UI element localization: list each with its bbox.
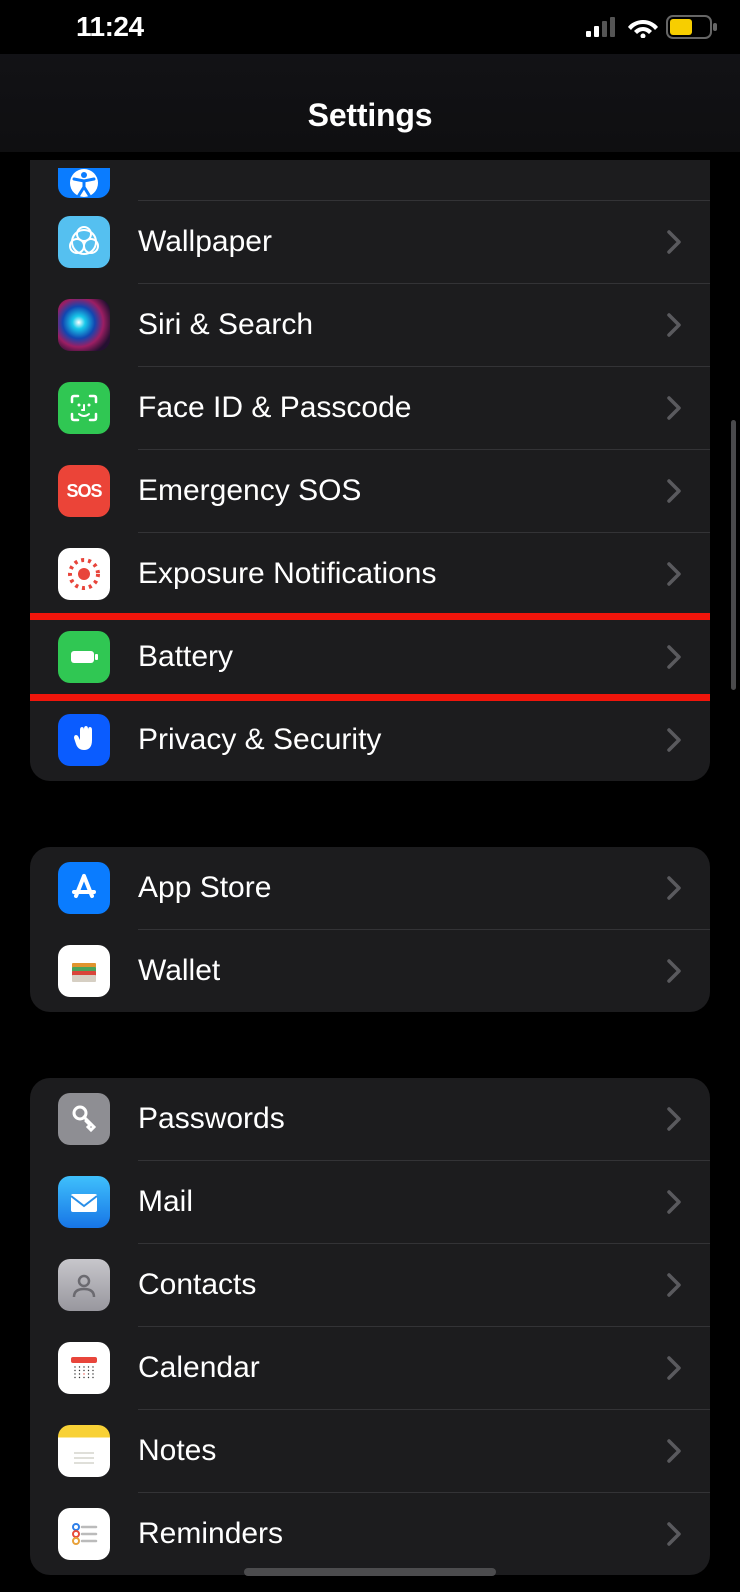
- reminders-icon: [58, 1508, 110, 1560]
- settings-list[interactable]: Wallpaper Siri & Search Face ID & Passcod…: [0, 160, 740, 1575]
- battery-icon: [58, 631, 110, 683]
- settings-row-face-id-passcode[interactable]: Face ID & Passcode: [30, 367, 710, 449]
- settings-row-calendar[interactable]: Calendar: [30, 1327, 710, 1409]
- settings-row-mail[interactable]: Mail: [30, 1161, 710, 1243]
- chevron-right-icon: [666, 561, 682, 587]
- settings-row-wallet[interactable]: Wallet: [30, 930, 710, 1012]
- chevron-right-icon: [666, 1438, 682, 1464]
- row-label: Emergency SOS: [138, 474, 666, 508]
- settings-row-reminders[interactable]: Reminders: [30, 1493, 710, 1575]
- settings-row-contacts[interactable]: Contacts: [30, 1244, 710, 1326]
- chevron-right-icon: [666, 1272, 682, 1298]
- chevron-right-icon: [666, 229, 682, 255]
- hand-icon: [58, 714, 110, 766]
- row-label: Contacts: [138, 1268, 666, 1302]
- siri-icon: [58, 299, 110, 351]
- settings-row-notes[interactable]: Notes: [30, 1410, 710, 1492]
- settings-group-store: App Store Wallet: [30, 847, 710, 1012]
- settings-group-apps: Passwords Mail Contacts Calendar Notes Remin…: [30, 1078, 710, 1575]
- chevron-right-icon: [666, 478, 682, 504]
- calendar-icon: [58, 1342, 110, 1394]
- faceid-icon: [58, 382, 110, 434]
- status-bar: 11:24: [0, 0, 740, 54]
- battery-icon: [666, 15, 718, 39]
- row-label: Privacy & Security: [138, 723, 666, 757]
- home-indicator[interactable]: [244, 1568, 496, 1576]
- row-label: Mail: [138, 1185, 666, 1219]
- row-label: Battery: [138, 640, 666, 674]
- status-icons: [586, 15, 724, 39]
- chevron-right-icon: [666, 395, 682, 421]
- row-label: Calendar: [138, 1351, 666, 1385]
- row-label: Exposure Notifications: [138, 557, 666, 591]
- settings-row-accessibility[interactable]: [30, 160, 710, 200]
- appstore-icon: [58, 862, 110, 914]
- settings-row-app-store[interactable]: App Store: [30, 847, 710, 929]
- wifi-icon: [628, 16, 658, 38]
- row-label: Reminders: [138, 1517, 666, 1551]
- key-icon: [58, 1093, 110, 1145]
- row-label: Face ID & Passcode: [138, 391, 666, 425]
- settings-row-passwords[interactable]: Passwords: [30, 1078, 710, 1160]
- chevron-right-icon: [666, 875, 682, 901]
- row-label: Siri & Search: [138, 308, 666, 342]
- exposure-icon: [58, 548, 110, 600]
- settings-row-privacy-security[interactable]: Privacy & Security: [30, 699, 710, 781]
- row-label: Passwords: [138, 1102, 666, 1136]
- settings-row-battery[interactable]: Battery: [30, 616, 710, 698]
- chevron-right-icon: [666, 727, 682, 753]
- wallpaper-icon: [58, 216, 110, 268]
- mail-icon: [58, 1176, 110, 1228]
- chevron-right-icon: [666, 1521, 682, 1547]
- row-label: App Store: [138, 871, 666, 905]
- chevron-right-icon: [666, 1189, 682, 1215]
- chevron-right-icon: [666, 1355, 682, 1381]
- row-label: Wallet: [138, 954, 666, 988]
- status-time: 11:24: [22, 11, 144, 43]
- wallet-icon: [58, 945, 110, 997]
- settings-row-siri-search[interactable]: Siri & Search: [30, 284, 710, 366]
- chevron-right-icon: [666, 1106, 682, 1132]
- chevron-right-icon: [666, 644, 682, 670]
- page-title: Settings: [308, 73, 433, 134]
- row-label: Wallpaper: [138, 225, 666, 259]
- cellular-icon: [586, 17, 620, 37]
- sos-icon: SOS: [58, 465, 110, 517]
- settings-row-emergency-sos[interactable]: SOS Emergency SOS: [30, 450, 710, 532]
- settings-row-wallpaper[interactable]: Wallpaper: [30, 201, 710, 283]
- row-label: Notes: [138, 1434, 666, 1468]
- settings-group-general: Wallpaper Siri & Search Face ID & Passcod…: [30, 160, 710, 781]
- contacts-icon: [58, 1259, 110, 1311]
- chevron-right-icon: [666, 958, 682, 984]
- header: Settings: [0, 54, 740, 152]
- chevron-right-icon: [666, 312, 682, 338]
- accessibility-icon: [58, 168, 110, 198]
- settings-row-exposure-notifications[interactable]: Exposure Notifications: [30, 533, 710, 615]
- notes-icon: [58, 1425, 110, 1477]
- scrollbar[interactable]: [731, 420, 736, 690]
